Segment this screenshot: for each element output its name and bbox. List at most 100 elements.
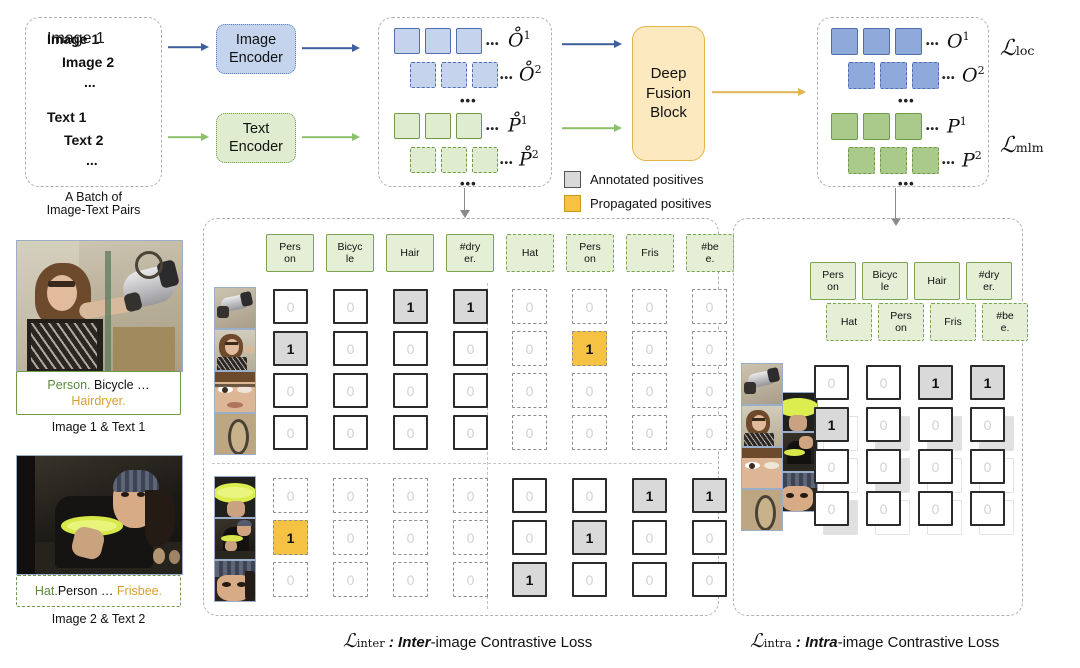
inter-cell-r2c2[interactable]: 0 — [333, 331, 368, 366]
inter-cell-r4c3[interactable]: 0 — [393, 415, 428, 450]
intra-cell-r4c2[interactable]: 0 — [866, 491, 901, 526]
inter-cell-r2c7[interactable]: 0 — [632, 331, 667, 366]
inter-cell-r5c4[interactable]: 0 — [453, 478, 488, 513]
inter-cell-r7c5[interactable]: 1 — [512, 562, 547, 597]
example1-caption-line2: Hairdryer. — [71, 394, 126, 408]
inter-cell-r2c6[interactable]: 1 — [572, 331, 607, 366]
inter-cell-r7c2[interactable]: 0 — [333, 562, 368, 597]
inter-col-header-7: Fris — [626, 234, 674, 272]
inter-cell-r7c4[interactable]: 0 — [453, 562, 488, 597]
inter-cell-r6c6[interactable]: 1 — [572, 520, 607, 555]
inter-cell-r6c7[interactable]: 0 — [632, 520, 667, 555]
inter-divider-horizontal — [212, 463, 712, 464]
inter-cell-r6c8[interactable]: 0 — [692, 520, 727, 555]
inter-cell-r6c4[interactable]: 0 — [453, 520, 488, 555]
deep-fusion-block[interactable]: Deep Fusion Block — [632, 26, 705, 161]
inter-cell-r4c5[interactable]: 0 — [512, 415, 547, 450]
text-encoder-label-line2: Encoder — [228, 139, 283, 155]
tokens-vertical-ellipsis-top: ••• — [460, 93, 477, 108]
inter-cell-r6c3[interactable]: 0 — [393, 520, 428, 555]
text-encoder-label-line1: Text — [242, 120, 270, 137]
inter-cell-r1c4[interactable]: 1 — [453, 289, 488, 324]
inter-cell-r6c1[interactable]: 1 — [273, 520, 308, 555]
inter-cell-r3c1[interactable]: 0 — [273, 373, 308, 408]
inter-cell-r7c3[interactable]: 0 — [393, 562, 428, 597]
image-encoder-block[interactable]: Image Encoder — [216, 24, 296, 74]
intra-cell-r4c3[interactable]: 0 — [918, 491, 953, 526]
intra-cell-r1c4[interactable]: 1 — [970, 365, 1005, 400]
output-p1-1 — [831, 113, 858, 140]
inter-cell-r5c7[interactable]: 1 — [632, 478, 667, 513]
inter-cell-r4c4[interactable]: 0 — [453, 415, 488, 450]
intra-cell-r3c1[interactable]: 0 — [814, 449, 849, 484]
inter-cell-r7c1[interactable]: 0 — [273, 562, 308, 597]
intra-cell-r4c4[interactable]: 0 — [970, 491, 1005, 526]
inter-cell-r3c2[interactable]: 0 — [333, 373, 368, 408]
inter-cell-r7c6[interactable]: 0 — [572, 562, 607, 597]
inter-cell-r2c5[interactable]: 0 — [512, 331, 547, 366]
example2-label: Image 2 & Text 2 — [51, 612, 146, 626]
intra-cell-r1c3[interactable]: 1 — [918, 365, 953, 400]
inter-cell-r3c4[interactable]: 0 — [453, 373, 488, 408]
output-p1-symbol: P1 — [947, 115, 967, 138]
intra-row-thumb-back-2 — [778, 432, 818, 472]
token-p1-ellipsis: ••• — [486, 124, 500, 135]
arrow-outputs-down-shaft — [895, 188, 897, 220]
token-p2-symbol: P̊2 — [519, 148, 539, 171]
inter-cell-r3c3[interactable]: 0 — [393, 373, 428, 408]
intra-cell-r3c2[interactable]: 0 — [866, 449, 901, 484]
intra-cell-r2c4[interactable]: 0 — [970, 407, 1005, 442]
token-p2-3 — [472, 147, 498, 173]
intra-cell-r2c1[interactable]: 1 — [814, 407, 849, 442]
inter-cell-r2c3[interactable]: 0 — [393, 331, 428, 366]
inter-cell-r4c6[interactable]: 0 — [572, 415, 607, 450]
output-o1-3 — [895, 28, 922, 55]
inter-cell-r5c6[interactable]: 0 — [572, 478, 607, 513]
outputs-vertical-ellipsis-top: ••• — [898, 93, 915, 108]
inter-cell-r4c2[interactable]: 0 — [333, 415, 368, 450]
intra-cell-r4c1[interactable]: 0 — [814, 491, 849, 526]
batch-ellipsis-1: ... — [84, 74, 96, 90]
intra-cell-r1c2[interactable]: 0 — [866, 365, 901, 400]
inter-cell-r1c1[interactable]: 0 — [273, 289, 308, 324]
token-o1-1 — [394, 28, 420, 54]
inter-cell-r3c5[interactable]: 0 — [512, 373, 547, 408]
inter-cell-r3c8[interactable]: 0 — [692, 373, 727, 408]
inter-cell-r1c2[interactable]: 0 — [333, 289, 368, 324]
inter-cell-r5c3[interactable]: 0 — [393, 478, 428, 513]
inter-cell-r5c8[interactable]: 1 — [692, 478, 727, 513]
inter-cell-r6c5[interactable]: 0 — [512, 520, 547, 555]
inter-cell-r2c8[interactable]: 0 — [692, 331, 727, 366]
output-o1-2 — [863, 28, 890, 55]
intra-cell-r2c2[interactable]: 0 — [866, 407, 901, 442]
inter-cell-r1c8[interactable]: 0 — [692, 289, 727, 324]
inter-cell-r6c2[interactable]: 0 — [333, 520, 368, 555]
inter-cell-r3c7[interactable]: 0 — [632, 373, 667, 408]
outputs-vertical-ellipsis-bottom: ••• — [898, 176, 915, 191]
inter-row-thumb-1 — [214, 287, 256, 329]
inter-col-header-1: Pers on — [266, 234, 314, 272]
text-encoder-block[interactable]: Text Encoder — [216, 113, 296, 163]
intra-cell-r3c4[interactable]: 0 — [970, 449, 1005, 484]
intra-col-header-7: Fris — [930, 303, 976, 341]
inter-cell-r2c1[interactable]: 1 — [273, 331, 308, 366]
inter-cell-r4c8[interactable]: 0 — [692, 415, 727, 450]
inter-cell-r4c1[interactable]: 0 — [273, 415, 308, 450]
inter-cell-r7c7[interactable]: 0 — [632, 562, 667, 597]
inter-cell-r1c3[interactable]: 1 — [393, 289, 428, 324]
inter-cell-r2c4[interactable]: 0 — [453, 331, 488, 366]
inter-cell-r4c7[interactable]: 0 — [632, 415, 667, 450]
inter-cell-r1c6[interactable]: 0 — [572, 289, 607, 324]
inter-cell-r7c8[interactable]: 0 — [692, 562, 727, 597]
inter-cell-r5c1[interactable]: 0 — [273, 478, 308, 513]
intra-cell-r3c3[interactable]: 0 — [918, 449, 953, 484]
intra-cell-r1c1[interactable]: 0 — [814, 365, 849, 400]
inter-cell-r5c2[interactable]: 0 — [333, 478, 368, 513]
inter-cell-r3c6[interactable]: 0 — [572, 373, 607, 408]
batch-ellipsis-2: ... — [86, 152, 98, 168]
inter-cell-r1c5[interactable]: 0 — [512, 289, 547, 324]
intra-cell-r2c3[interactable]: 0 — [918, 407, 953, 442]
inter-cell-r1c7[interactable]: 0 — [632, 289, 667, 324]
inter-cell-r5c5[interactable]: 0 — [512, 478, 547, 513]
intra-col-header-1: Pers on — [810, 262, 856, 300]
